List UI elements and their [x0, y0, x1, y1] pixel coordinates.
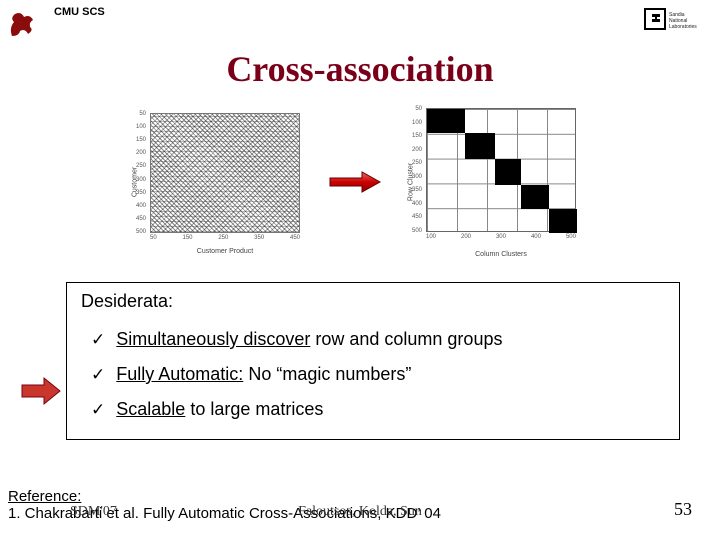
figure-row: Customer 50 100 150 200 250 300 350 400 … [0, 102, 720, 262]
cmu-griffin-icon [6, 8, 38, 40]
footer-center: Faloutsos, Kolda, Sun [298, 504, 422, 520]
reference-heading: Reference: [8, 488, 81, 505]
desiderata-item: ✓ Scalable to large matrices [91, 392, 667, 427]
clustered-matrix-figure: Row Cluster 50 100 150 200 250 300 350 4… [396, 102, 596, 262]
right-matrix-plot [426, 108, 576, 232]
desiderata-box: Desiderata: ✓ Simultaneously discover ro… [66, 282, 680, 440]
header-left-label: CMU SCS [54, 6, 105, 18]
desiderata-item: ✓ Fully Automatic: No “magic numbers” [91, 357, 667, 392]
footer-left: SDM'07 [70, 504, 117, 520]
slide-header: CMU SCS Sandia National Laboratories [0, 0, 720, 44]
check-icon: ✓ [91, 365, 105, 384]
desiderata-list: ✓ Simultaneously discover row and column… [81, 322, 667, 427]
desiderata-heading: Desiderata: [81, 291, 667, 312]
left-yticks: 50 100 150 200 250 300 350 400 450 500 [132, 111, 146, 235]
slide-title: Cross-association [0, 48, 720, 90]
left-xticks: 50 150 250 350 450 [150, 235, 300, 241]
slide-pointer-arrow-icon [20, 376, 62, 406]
desiderata-item: ✓ Simultaneously discover row and column… [91, 322, 667, 357]
page-number: 53 [674, 499, 692, 520]
right-xlabel: Column Clusters [426, 251, 576, 258]
left-xlabel: Customer Product [150, 248, 300, 255]
right-xticks: 100 200 300 400 500 [426, 234, 576, 240]
left-matrix-plot [150, 113, 300, 233]
transform-arrow-icon [328, 170, 382, 194]
svg-text:Laboratories: Laboratories [669, 24, 697, 30]
check-icon: ✓ [91, 400, 105, 419]
check-icon: ✓ [91, 330, 105, 349]
unsorted-matrix-figure: Customer 50 100 150 200 250 300 350 400 … [124, 107, 314, 257]
right-yticks: 50 100 150 200 250 300 350 400 450 500 [408, 106, 422, 234]
sandia-logo-icon: Sandia National Laboratories [644, 6, 706, 34]
